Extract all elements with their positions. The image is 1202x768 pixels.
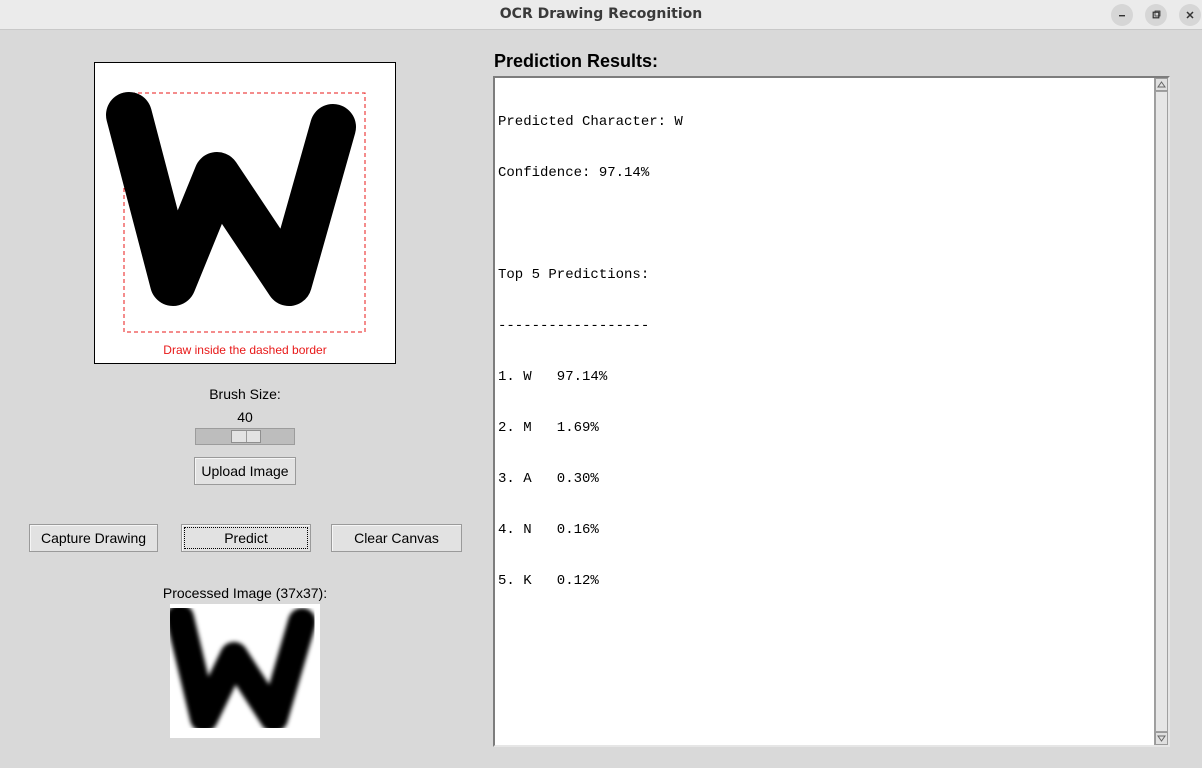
minimize-button[interactable] — [1111, 4, 1133, 26]
clear-canvas-button[interactable]: Clear Canvas — [331, 524, 462, 552]
maximize-icon — [1152, 10, 1161, 19]
processed-image-label: Processed Image (37x37): — [162, 585, 328, 601]
maximize-button[interactable] — [1145, 4, 1167, 26]
upload-image-button[interactable]: Upload Image — [194, 457, 296, 485]
results-text: Predicted Character: W Confidence: 97.14… — [498, 80, 683, 624]
prediction-row: 4. N 0.16% — [498, 522, 599, 538]
title-bar: OCR Drawing Recognition — [0, 0, 1202, 30]
predict-button[interactable]: Predict — [181, 524, 311, 552]
predicted-character-line: Predicted Character: W — [498, 114, 683, 130]
arrow-up-icon — [1157, 81, 1166, 88]
top-predictions-header: Top 5 Predictions: — [498, 267, 650, 283]
drawing-stroke — [106, 92, 356, 306]
arrow-down-icon — [1157, 735, 1166, 742]
capture-drawing-button[interactable]: Capture Drawing — [29, 524, 158, 552]
separator-line: ------------------ — [498, 318, 650, 334]
prediction-row: 2. M 1.69% — [498, 420, 599, 436]
processed-image — [170, 604, 320, 738]
scroll-thumb[interactable] — [1155, 91, 1168, 732]
brush-size-slider[interactable] — [195, 428, 295, 445]
drawn-stroke — [106, 92, 366, 333]
drawing-canvas[interactable]: Draw inside the dashed border — [94, 62, 396, 364]
minimize-icon — [1119, 15, 1125, 17]
brush-size-value: 40 — [237, 409, 253, 425]
results-title: Prediction Results: — [494, 51, 659, 71]
scroll-up-button[interactable] — [1155, 78, 1168, 91]
prediction-row: 5. K 0.12% — [498, 573, 599, 589]
prediction-row: 3. A 0.30% — [498, 471, 599, 487]
close-button[interactable] — [1179, 4, 1201, 26]
window-title: OCR Drawing Recognition — [499, 6, 703, 22]
results-scrollbar[interactable] — [1154, 78, 1168, 745]
close-icon — [1186, 11, 1194, 19]
prediction-row: 1. W 97.14% — [498, 369, 608, 385]
confidence-line: Confidence: 97.14% — [498, 165, 650, 181]
results-textbox[interactable]: Predicted Character: W Confidence: 97.14… — [493, 76, 1170, 747]
canvas-hint: Draw inside the dashed border — [163, 343, 327, 357]
scroll-down-button[interactable] — [1155, 732, 1168, 745]
brush-size-label: Brush Size: — [209, 386, 281, 402]
slider-thumb[interactable] — [231, 430, 261, 443]
processed-character-image — [170, 604, 316, 732]
